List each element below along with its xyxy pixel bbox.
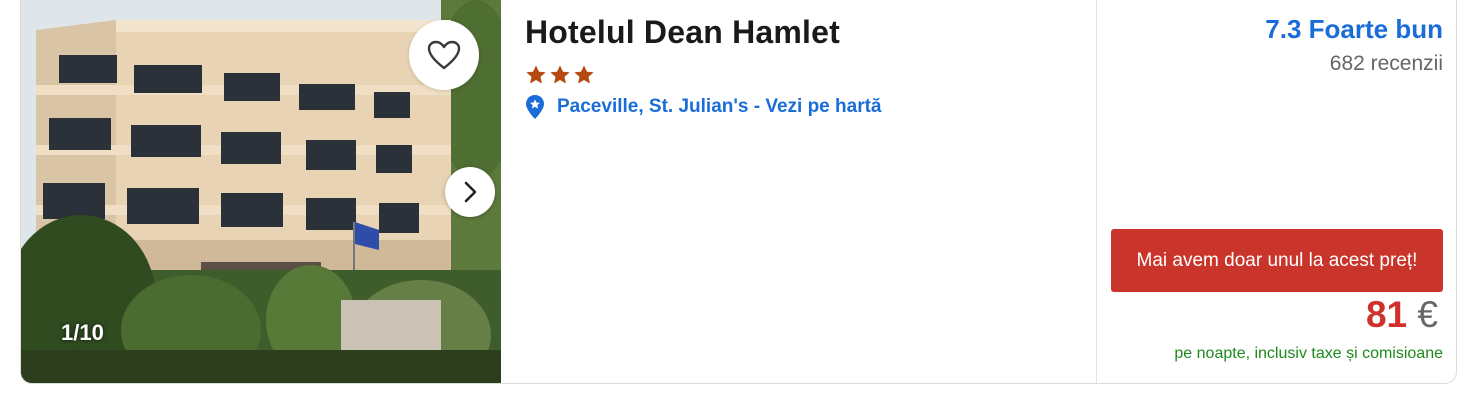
- hotel-location[interactable]: Paceville, St. Julian's - Vezi pe hartă: [525, 94, 882, 120]
- review-score[interactable]: 7.3 Foarte bun: [1265, 14, 1443, 45]
- star-rating: [525, 64, 595, 86]
- location-link[interactable]: Paceville, St. Julian's - Vezi pe hartă: [557, 96, 882, 118]
- favorite-button[interactable]: [409, 20, 479, 90]
- map-pin-icon: [526, 95, 544, 119]
- price-note: pe noapte, inclusiv taxe și comisioane: [1174, 345, 1443, 362]
- review-count[interactable]: 682 recenzii: [1330, 52, 1443, 76]
- star-icon: [550, 65, 570, 84]
- star-icon: [574, 65, 594, 84]
- next-photo-button[interactable]: [445, 167, 495, 217]
- chevron-right-icon: [464, 181, 477, 203]
- star-icon: [526, 65, 546, 84]
- price-currency: €: [1417, 294, 1438, 335]
- price: 81 €: [1366, 294, 1438, 336]
- deal-banner: Mai avem doar unul la acest preț!: [1111, 229, 1443, 292]
- heart-outline-icon: [427, 40, 461, 70]
- price-panel: 7.3 Foarte bun 682 recenzii Mai avem doa…: [1097, 0, 1456, 383]
- hotel-name[interactable]: Hotelul Dean Hamlet: [525, 14, 840, 51]
- hotel-photo[interactable]: 1/10: [21, 0, 501, 383]
- hotel-card[interactable]: 1/10 Hotelul Dean Hamlet Paceville, St. …: [20, 0, 1457, 384]
- price-amount: 81: [1365, 294, 1408, 335]
- hotel-info: Hotelul Dean Hamlet Paceville, St. Julia…: [525, 0, 1095, 383]
- photo-counter: 1/10: [61, 320, 104, 345]
